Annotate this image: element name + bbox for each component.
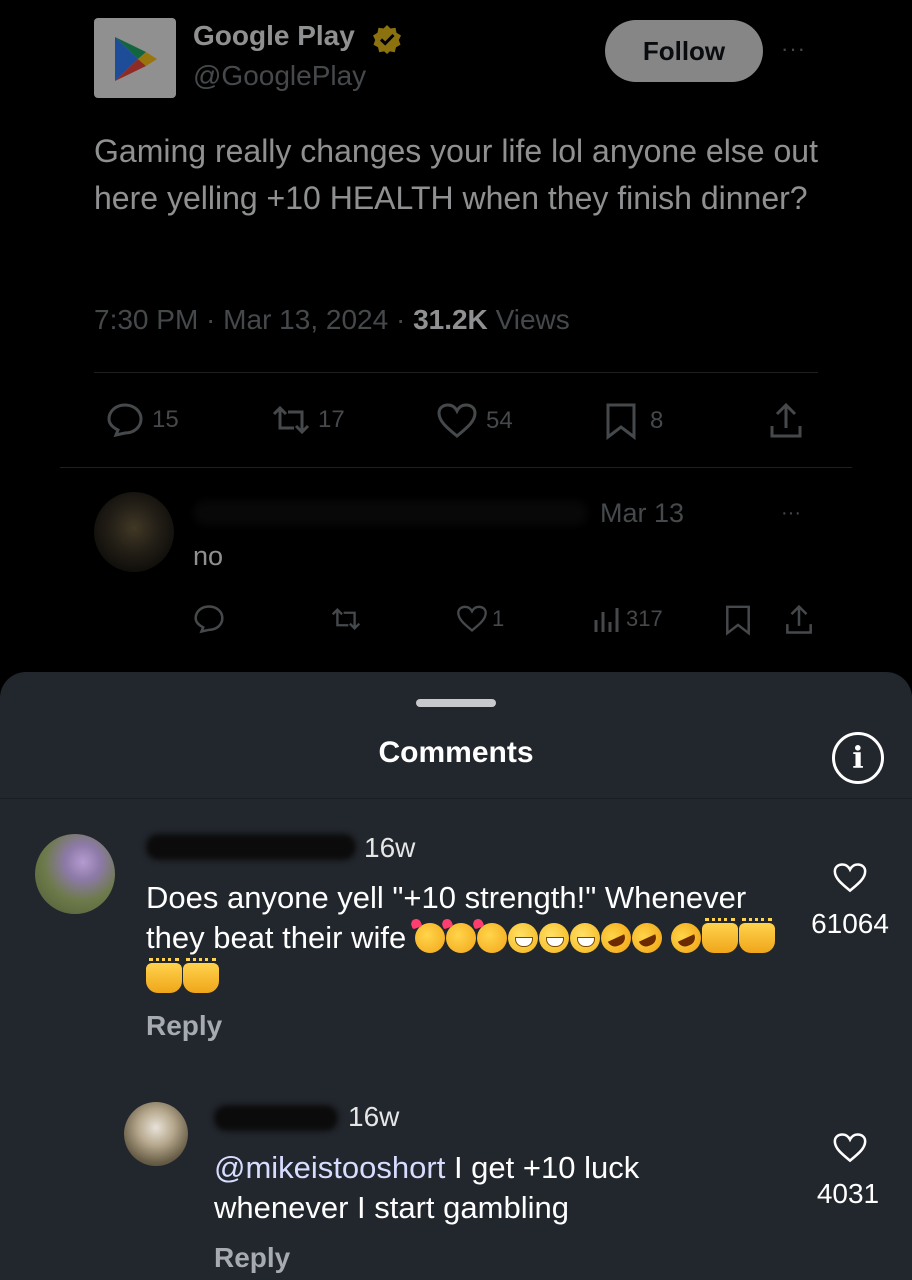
more-options-icon[interactable]: ··· xyxy=(781,502,801,525)
comment-icon xyxy=(194,605,224,634)
background-tweet: Google Play @GooglePlay Follow ··· Gamin… xyxy=(0,0,912,700)
comment-text: Does anyone yell "+10 strength!" Wheneve… xyxy=(146,878,796,998)
comment-text: @mikeistooshort I get +10 luck whenever … xyxy=(214,1148,714,1228)
like-action[interactable]: 1 xyxy=(456,604,504,634)
repost-action[interactable] xyxy=(328,604,364,634)
redacted-username xyxy=(214,1105,338,1131)
drag-handle[interactable] xyxy=(416,699,496,707)
like-button[interactable] xyxy=(832,1132,868,1169)
share-action[interactable] xyxy=(768,402,804,440)
repost-icon xyxy=(272,405,310,435)
tweet-date: Mar 13, 2024 xyxy=(223,304,389,335)
heart-icon xyxy=(833,1133,867,1163)
tweet-text: Gaming really changes your life lol anyo… xyxy=(94,133,818,216)
repost-action[interactable]: 17 xyxy=(268,402,345,438)
bookmark-count: 8 xyxy=(650,407,664,434)
divider xyxy=(60,467,852,468)
account-handle[interactable]: @GooglePlay xyxy=(193,60,366,92)
divider xyxy=(94,372,818,373)
reply-views: 317 xyxy=(626,606,663,631)
like-count: 4031 xyxy=(816,1178,880,1209)
tweet-time: 7:30 PM xyxy=(94,304,199,335)
tweet-metadata: 7:30 PM · Mar 13, 2024 · 31.2K Views xyxy=(94,304,570,335)
follow-button[interactable]: Follow xyxy=(605,20,763,82)
comment-time: 16w xyxy=(364,832,416,863)
comment-icon xyxy=(107,403,143,438)
rofl-face-icon xyxy=(595,918,636,958)
views-count: 31.2K xyxy=(413,304,488,335)
like-count: 54 xyxy=(486,407,513,434)
comments-sheet: Comments i 16w Does anyone yell "+10 str… xyxy=(0,672,912,1280)
grinning-face-icon xyxy=(569,923,600,953)
share-icon xyxy=(786,604,812,634)
bookmark-action[interactable]: 8 xyxy=(604,402,663,440)
verified-badge-icon xyxy=(373,25,401,54)
repost-count: 17 xyxy=(318,406,345,433)
raising-hands-icon xyxy=(739,918,776,953)
bookmark-action[interactable] xyxy=(724,604,752,636)
analytics-icon xyxy=(594,608,619,632)
divider xyxy=(0,798,912,799)
bookmark-icon xyxy=(726,605,750,636)
views-action[interactable]: 317 xyxy=(592,604,663,634)
raising-hands-icon xyxy=(702,918,739,953)
smiling-face-with-hearts-icon xyxy=(445,923,476,953)
like-action[interactable]: 54 xyxy=(436,402,513,440)
grinning-face-icon xyxy=(538,923,569,953)
reply-count: 15 xyxy=(152,406,179,433)
reply-button[interactable]: Reply xyxy=(214,1242,290,1274)
heart-icon xyxy=(457,605,487,632)
avatar[interactable] xyxy=(94,492,174,572)
avatar[interactable] xyxy=(124,1102,188,1166)
google-play-icon xyxy=(115,37,157,81)
like-button[interactable] xyxy=(832,862,868,899)
user-mention-link[interactable]: @mikeistooshort xyxy=(214,1150,445,1185)
bookmark-icon xyxy=(606,403,636,440)
reply-text: no xyxy=(193,541,224,571)
account-name[interactable]: Google Play xyxy=(193,20,355,52)
share-icon xyxy=(770,402,802,438)
reply-button[interactable]: Reply xyxy=(146,1010,222,1042)
heart-icon xyxy=(437,403,477,438)
heart-icon xyxy=(833,863,867,893)
smiling-face-with-hearts-icon xyxy=(414,923,445,953)
reply-action[interactable]: 15 xyxy=(106,402,179,438)
redacted-username xyxy=(193,500,588,526)
like-count: 61064 xyxy=(811,908,889,939)
comment-time: 16w xyxy=(348,1101,400,1132)
rofl-face-icon xyxy=(626,918,667,958)
raising-hands-icon xyxy=(183,958,219,993)
reply-like-count: 1 xyxy=(492,606,505,631)
rofl-face-icon xyxy=(666,918,707,958)
reply-date: Mar 13 xyxy=(600,498,685,528)
reply-action[interactable] xyxy=(193,604,225,634)
smiling-face-with-hearts-icon xyxy=(476,923,507,953)
grinning-face-icon xyxy=(507,923,538,953)
redacted-username xyxy=(146,834,356,860)
repost-icon xyxy=(331,607,361,631)
avatar[interactable] xyxy=(35,834,115,914)
share-action[interactable] xyxy=(784,604,814,636)
info-icon[interactable]: i xyxy=(832,732,884,784)
raising-hands-icon xyxy=(146,958,182,993)
more-options-icon[interactable]: ··· xyxy=(781,36,806,62)
views-label: Views xyxy=(495,304,570,335)
google-play-logo[interactable] xyxy=(94,18,176,98)
sheet-title: Comments xyxy=(378,736,534,769)
